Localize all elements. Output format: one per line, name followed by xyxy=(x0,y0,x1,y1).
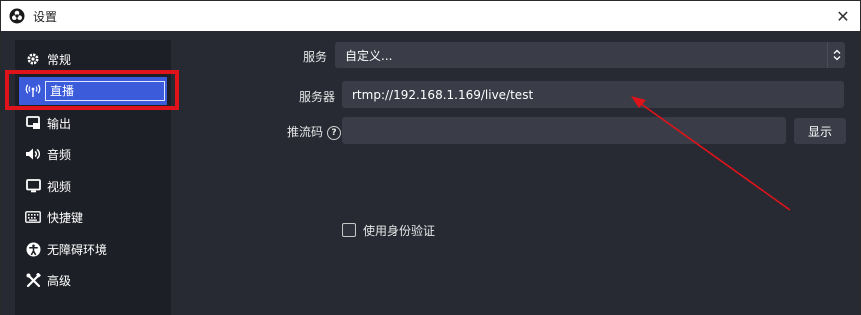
sidebar-item-audio[interactable]: 音频 xyxy=(19,140,167,168)
sidebar-item-accessibility[interactable]: 无障碍环境 xyxy=(19,235,167,263)
server-input[interactable]: rtmp://192.168.1.169/live/test xyxy=(342,81,844,108)
monitor-icon xyxy=(25,178,41,194)
select-arrows-icon xyxy=(827,42,845,68)
tools-icon xyxy=(25,272,41,288)
sidebar-item-general[interactable]: 常规 xyxy=(19,45,167,73)
sidebar-item-label: 输出 xyxy=(47,116,72,131)
stream-key-label: 推流码 xyxy=(286,125,323,139)
speaker-icon xyxy=(25,146,41,162)
sidebar-item-label: 无障碍环境 xyxy=(47,242,108,257)
stream-key-input[interactable] xyxy=(342,117,786,144)
server-label: 服务器 xyxy=(298,90,335,104)
server-value: rtmp://192.168.1.169/live/test xyxy=(352,87,534,102)
show-key-button[interactable]: 显示 xyxy=(794,118,846,144)
service-select[interactable]: 自定义... xyxy=(335,42,845,68)
sidebar-item-label: 常规 xyxy=(47,52,72,67)
sidebar-item-video[interactable]: 视频 xyxy=(19,172,167,200)
highlight-box xyxy=(5,70,179,110)
help-icon[interactable]: ? xyxy=(327,125,341,140)
service-label: 服务 xyxy=(302,50,327,64)
sidebar-item-label: 高级 xyxy=(47,273,72,288)
window-title: 设置 xyxy=(33,9,58,24)
stream-key-label-group: 推流码? xyxy=(271,123,341,140)
sidebar-item-label: 快捷键 xyxy=(47,210,84,225)
accessibility-icon xyxy=(25,241,41,257)
close-icon[interactable]: ✕ xyxy=(832,5,854,27)
settings-window: 设置 ✕ 常规 直播 输出 音频 视频 快捷键 无障碍环境 高级 服务 自定义.… xyxy=(0,0,861,315)
sidebar-item-advanced[interactable]: 高级 xyxy=(19,266,167,294)
sidebar-item-label: 视频 xyxy=(47,179,72,194)
title-bar: 设置 ✕ xyxy=(1,1,860,31)
sidebar-item-output[interactable]: 输出 xyxy=(19,109,167,137)
sidebar-item-label: 音频 xyxy=(47,147,72,162)
output-icon xyxy=(25,115,41,131)
obs-logo-icon xyxy=(9,8,25,24)
keyboard-icon xyxy=(25,209,41,225)
gear-icon xyxy=(25,51,41,67)
sidebar-item-hotkeys[interactable]: 快捷键 xyxy=(19,203,167,231)
service-value: 自定义... xyxy=(345,48,393,63)
auth-checkbox[interactable] xyxy=(342,223,356,237)
auth-checkbox-label[interactable]: 使用身份验证 xyxy=(363,222,435,239)
